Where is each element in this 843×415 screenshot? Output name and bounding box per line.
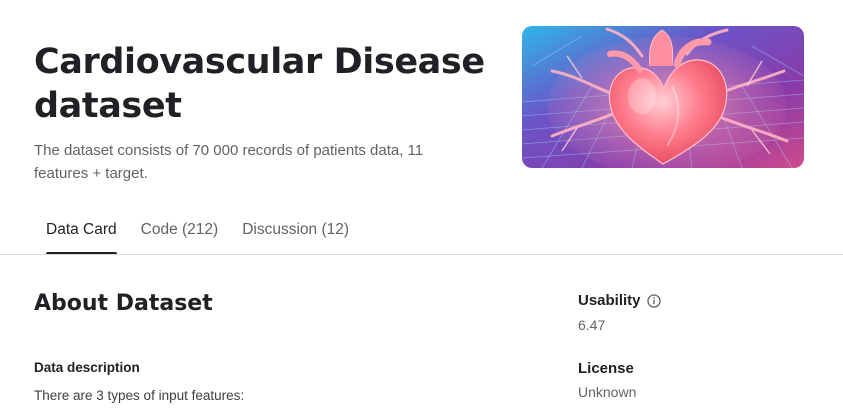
data-description-heading: Data description: [34, 360, 140, 375]
data-description-text: There are 3 types of input features:: [34, 388, 245, 403]
usability-value: 6.47: [578, 317, 606, 333]
info-icon[interactable]: [646, 293, 661, 308]
usability-label-text: Usability: [578, 292, 641, 309]
dataset-subtitle: The dataset consists of 70 000 records o…: [34, 142, 424, 182]
tabs-divider: [0, 254, 843, 255]
dataset-tabs: Data Card Code (212) Discussion (12): [34, 212, 361, 255]
dataset-cover-image: [522, 26, 804, 168]
dataset-title: Cardiovascular Disease dataset: [34, 42, 485, 126]
license-label-text: License: [578, 360, 634, 377]
tab-data-card[interactable]: Data Card: [34, 212, 129, 255]
dataset-header: Cardiovascular Disease dataset The datas…: [0, 0, 843, 255]
about-dataset-heading: About Dataset: [34, 291, 213, 316]
license-label: License: [578, 360, 634, 377]
usability-label: Usability: [578, 292, 661, 309]
tab-discussion[interactable]: Discussion (12): [230, 212, 361, 255]
heart-illustration: [522, 26, 804, 168]
tab-code[interactable]: Code (212): [129, 212, 231, 255]
license-value: Unknown: [578, 384, 637, 400]
